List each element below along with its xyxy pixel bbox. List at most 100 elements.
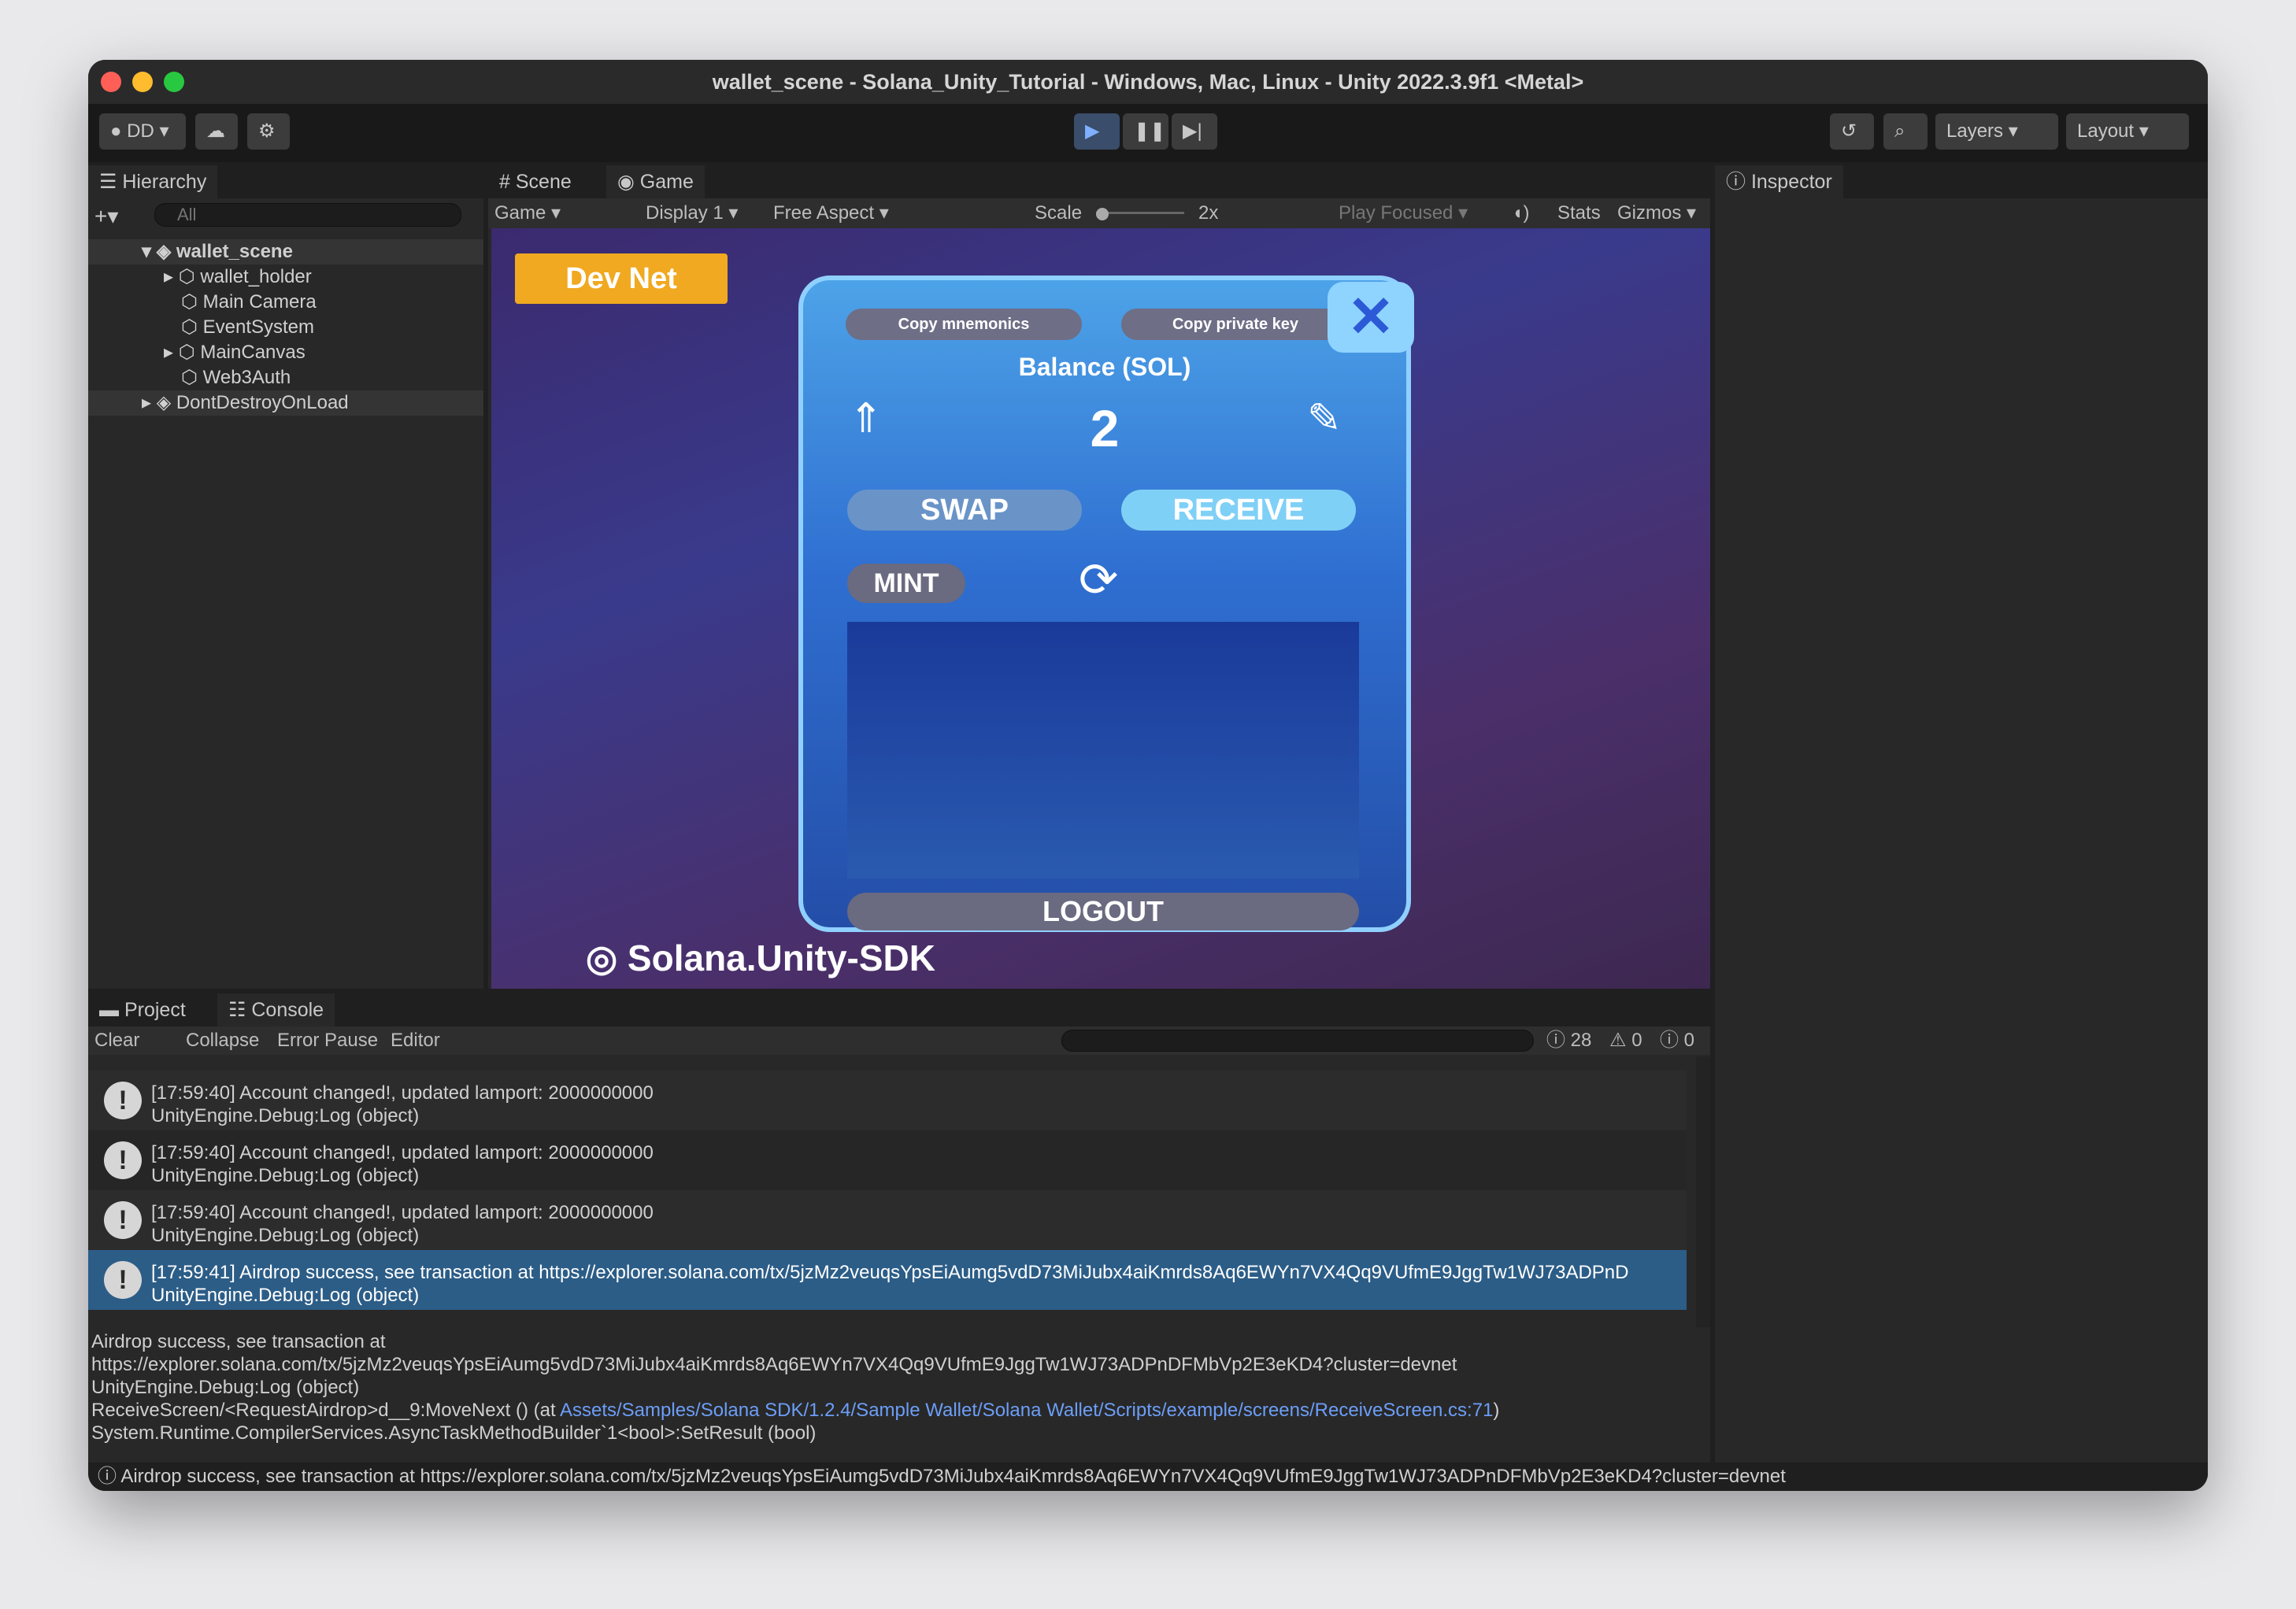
- info-icon: ⓘ: [98, 1466, 121, 1487]
- scale-value: 2x: [1198, 202, 1219, 224]
- error-count[interactable]: ⓘ 0: [1660, 1026, 1694, 1055]
- search-icon[interactable]: ⌕: [1883, 113, 1928, 150]
- collapse-button[interactable]: Collapse: [186, 1026, 259, 1055]
- tab-project[interactable]: ▬ Project: [88, 993, 197, 1026]
- wallet-panel: Copy mnemonics Copy private key ✕ Balanc…: [798, 276, 1414, 932]
- account-dropdown[interactable]: ● DD ▾: [99, 113, 186, 150]
- step-button[interactable]: ▶|: [1172, 113, 1217, 150]
- copy-private-key-button[interactable]: Copy private key: [1121, 309, 1350, 340]
- console-search-input[interactable]: [1061, 1030, 1534, 1052]
- info-count-value: 28: [1570, 1030, 1592, 1051]
- zoom-window-button[interactable]: [164, 72, 184, 92]
- log-row[interactable]: ! [17:59:40] Account changed!, updated la…: [88, 1130, 1687, 1190]
- game-viewport: Dev Net Copy mnemonics Copy private key …: [491, 228, 1710, 989]
- copy-mnemonics-button[interactable]: Copy mnemonics: [846, 309, 1082, 340]
- console-panel: ▬ Project ☷ Console Clear Collapse Error…: [88, 993, 1710, 1472]
- log-row-selected[interactable]: ! [17:59:41] Airdrop success, see transac…: [88, 1250, 1687, 1310]
- layout-label: Layout: [2077, 120, 2135, 142]
- receive-button[interactable]: RECEIVE: [1121, 490, 1356, 531]
- swap-button[interactable]: SWAP: [847, 490, 1082, 531]
- hierarchy-item-web3auth[interactable]: ⬡ Web3Auth: [181, 365, 291, 390]
- cloud-icon[interactable]: ☁: [195, 113, 238, 150]
- mint-button[interactable]: MINT: [847, 564, 965, 603]
- scene-name: wallet_scene: [176, 241, 293, 262]
- hierarchy-panel: ☰ Hierarchy +▾ ▾ ◈ wallet_scene ▸ ⬡ wall…: [88, 165, 483, 989]
- tab-inspector[interactable]: ⓘ Inspector: [1715, 165, 1843, 198]
- scene-tab-label: Scene: [515, 171, 572, 193]
- display-dropdown[interactable]: Display 1 ▾: [646, 198, 738, 228]
- scale-label: Scale: [1035, 202, 1083, 224]
- hierarchy-item-ddol[interactable]: ▸ ◈ DontDestroyOnLoad: [88, 390, 483, 416]
- game-tabbar: # Scene ◉ Game: [488, 165, 1710, 198]
- error-pause-button[interactable]: Error Pause: [277, 1026, 378, 1055]
- sdk-logo: ◎ Solana.Unity-SDK: [586, 937, 935, 979]
- github-icon: ◎: [586, 938, 628, 978]
- sdk-logo-text: Solana.Unity-SDK: [627, 938, 935, 978]
- info-icon: !: [104, 1261, 142, 1299]
- stats-button[interactable]: Stats: [1557, 198, 1601, 228]
- tab-hierarchy[interactable]: ☰ Hierarchy: [88, 165, 218, 198]
- source-link[interactable]: Assets/Samples/Solana SDK/1.2.4/Sample W…: [560, 1400, 1493, 1421]
- hierarchy-item-label: Main Camera: [202, 291, 317, 313]
- game-view-dropdown[interactable]: Game ▾: [494, 198, 561, 228]
- hierarchy-item-label: Web3Auth: [202, 367, 291, 388]
- tab-scene[interactable]: # Scene: [488, 165, 583, 198]
- pause-button[interactable]: ❚❚: [1123, 113, 1168, 150]
- refresh-icon[interactable]: ⟳: [1079, 553, 1118, 608]
- close-icon[interactable]: ✕: [1328, 282, 1414, 353]
- status-message: Airdrop success, see transaction at http…: [120, 1466, 1786, 1487]
- log-message: [17:59:40] Account changed!, updated lam…: [151, 1142, 654, 1163]
- add-object-button[interactable]: +▾: [94, 203, 126, 228]
- log-row[interactable]: ! [17:59:40] Account changed!, updated la…: [88, 1071, 1687, 1130]
- play-focused-dropdown[interactable]: Play Focused ▾: [1339, 198, 1468, 228]
- inspector-tab-label: Inspector: [1750, 171, 1832, 193]
- gizmos-dropdown[interactable]: Gizmos ▾: [1617, 198, 1696, 228]
- history-icon[interactable]: ↺: [1830, 113, 1874, 150]
- log-scrollbar[interactable]: [1696, 1056, 1710, 1327]
- aspect-dropdown[interactable]: Free Aspect ▾: [773, 198, 889, 228]
- editor-dropdown[interactable]: Editor: [391, 1026, 440, 1055]
- hierarchy-item-maincanvas[interactable]: ▸ ⬡ MainCanvas: [164, 340, 306, 365]
- info-icon: !: [104, 1201, 142, 1239]
- play-focused-label: Play Focused: [1339, 202, 1454, 224]
- console-toolbar: Clear Collapse Error Pause Editor ⓘ 28 ⚠…: [88, 1026, 1710, 1055]
- info-count[interactable]: ⓘ 28: [1546, 1026, 1591, 1055]
- scale-slider[interactable]: [1096, 208, 1184, 220]
- clear-button[interactable]: Clear: [94, 1026, 139, 1055]
- minimize-window-button[interactable]: [132, 72, 153, 92]
- network-button[interactable]: Dev Net: [515, 253, 728, 304]
- layers-label: Layers: [1946, 120, 2004, 142]
- layout-dropdown[interactable]: Layout ▾: [2066, 113, 2189, 150]
- window-title: wallet_scene - Solana_Unity_Tutorial - W…: [712, 70, 1584, 94]
- status-bar[interactable]: ⓘ Airdrop success, see transaction at ht…: [88, 1463, 2208, 1491]
- settings-icon[interactable]: ⚙: [247, 113, 290, 150]
- logout-button[interactable]: LOGOUT: [847, 893, 1359, 930]
- hierarchy-item-wallet-holder[interactable]: ▸ ⬡ wallet_holder: [164, 264, 312, 290]
- warning-count[interactable]: ⚠ 0: [1609, 1026, 1642, 1055]
- log-message: [17:59:40] Account changed!, updated lam…: [151, 1202, 654, 1223]
- layers-dropdown[interactable]: Layers ▾: [1935, 113, 2058, 150]
- game-panel: # Scene ◉ Game Game ▾ Display 1 ▾ Free A…: [488, 165, 1710, 989]
- scene-root[interactable]: ▾ ◈ wallet_scene: [88, 239, 483, 264]
- play-button[interactable]: ▶: [1074, 113, 1120, 150]
- balance-label: Balance (SOL): [1018, 353, 1191, 381]
- account-label: DD: [127, 120, 154, 142]
- game-view-label: Game: [494, 202, 546, 224]
- hierarchy-search-input[interactable]: [154, 203, 461, 227]
- tab-game[interactable]: ◉ Game: [606, 165, 705, 198]
- close-window-button[interactable]: [101, 72, 121, 92]
- hierarchy-item-eventsystem[interactable]: ⬡ EventSystem: [181, 315, 314, 340]
- tab-console[interactable]: ☷ Console: [217, 993, 335, 1026]
- log-source: UnityEngine.Debug:Log (object): [151, 1105, 420, 1126]
- hierarchy-item-main-camera[interactable]: ⬡ Main Camera: [181, 290, 317, 315]
- info-icon: !: [104, 1082, 142, 1119]
- game-tab-label: Game: [639, 171, 694, 193]
- display-label: Display 1: [646, 202, 724, 224]
- log-row[interactable]: ! [17:59:40] Account changed!, updated la…: [88, 1190, 1687, 1250]
- edit-icon[interactable]: ✎: [1307, 395, 1342, 442]
- detail-line: UnityEngine.Debug:Log (object): [91, 1377, 360, 1398]
- log-message: [17:59:41] Airdrop success, see transact…: [151, 1262, 1629, 1283]
- hierarchy-tabbar: ☰ Hierarchy: [88, 165, 483, 198]
- mute-audio-icon[interactable]: ◖): [1512, 198, 1530, 228]
- log-source: UnityEngine.Debug:Log (object): [151, 1285, 420, 1306]
